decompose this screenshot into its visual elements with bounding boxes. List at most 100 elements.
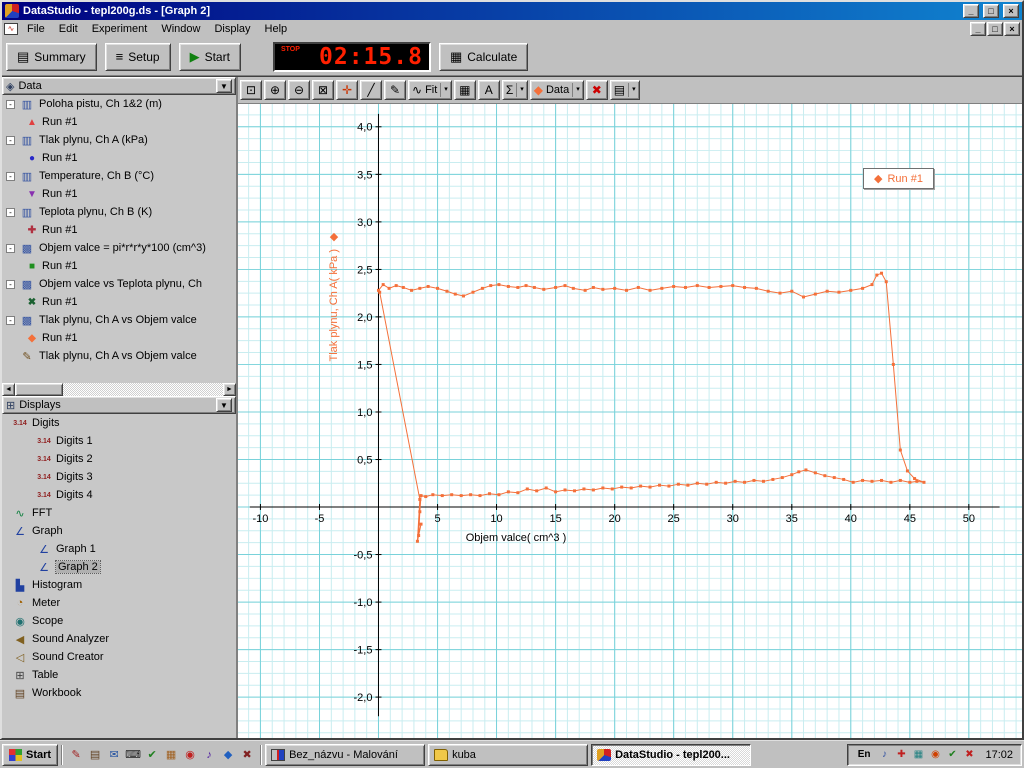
language-indicator[interactable]: En [856,749,873,760]
calculate-button[interactable]: ▦ Calculate [438,42,529,71]
tree-item-run[interactable]: ◆ Run #1 [2,329,236,347]
quick-launch-icon[interactable]: ✉ [106,747,122,763]
quick-launch-icon[interactable]: ⌨ [125,747,141,763]
quick-launch-icon[interactable]: ◉ [182,747,198,763]
tree-item[interactable]: 3.14 Digits 1 [2,432,236,450]
data-menu-button[interactable]: ◆ Data ▾ [529,80,584,100]
tree-item[interactable]: 3.14 Digits 4 [2,486,236,504]
x-axis-label[interactable]: Objem valce( cm^3 ) [406,532,626,544]
chevron-down-icon[interactable]: ▾ [628,83,636,97]
data-tree-hscrollbar[interactable]: ◄ ► [2,383,236,396]
mdi-close-button[interactable]: × [1004,22,1020,36]
tree-collapse-icon[interactable]: - [6,207,15,217]
tree-item[interactable]: - ▩ Objem valce = pi*r*r*y*100 (cm^3) [2,239,236,257]
menu-help[interactable]: Help [258,22,295,36]
tree-item[interactable]: 3.14 Digits [2,414,236,432]
tree-collapse-icon[interactable]: - [6,279,15,289]
chevron-down-icon[interactable]: ▼ [216,398,232,412]
slope-tool-button[interactable]: ╱ [360,80,382,100]
scale-to-fit-button[interactable]: ⊡ [240,80,262,100]
tree-item[interactable]: ◉ Scope [2,612,236,630]
tree-item[interactable]: - ▩ Objem valce vs Teplota plynu, Ch [2,275,236,293]
tree-item[interactable]: - ▥ Temperature, Ch B (°C) [2,167,236,185]
tree-item[interactable]: - ▩ Tlak plynu, Ch A vs Objem valce [2,311,236,329]
quick-launch-icon[interactable]: ▦ [163,747,179,763]
quick-launch-icon[interactable]: ✎ [68,747,84,763]
minimize-button[interactable]: _ [963,4,979,18]
plot-canvas[interactable]: -10 -5 5 10 15 20 25 30 35 40 45 50 4,0 3,5 3,0 2,5 2,0 1… [238,104,1022,738]
tree-item[interactable]: ▤ Workbook [2,684,236,702]
quick-launch-icon[interactable]: ♪ [201,747,217,763]
tree-item-run[interactable]: ▼ Run #1 [2,185,236,203]
tree-item[interactable]: ▙ Histogram [2,576,236,594]
tree-item[interactable]: 3.14 Digits 3 [2,468,236,486]
start-button[interactable]: ▶ Start [178,42,241,71]
tree-item[interactable]: ✎ Tlak plynu, Ch A vs Objem valce [2,347,236,365]
task-button[interactable]: kuba [428,743,589,766]
tree-collapse-icon[interactable]: - [6,315,15,325]
tree-item[interactable]: ∠ Graph 1 [2,540,236,558]
calculator-tool-button[interactable]: ▦ [453,80,476,100]
quick-launch-icon[interactable]: ▤ [87,747,103,763]
tree-item[interactable]: ◁ Sound Creator [2,648,236,666]
menu-window[interactable]: Window [154,22,207,36]
tree-item[interactable]: ◔ Meter [2,594,236,612]
menu-experiment[interactable]: Experiment [85,22,155,36]
mdi-restore-button[interactable]: □ [987,22,1003,36]
scroll-left-icon[interactable]: ◄ [2,383,15,396]
mdi-minimize-button[interactable]: _ [970,22,986,36]
chevron-down-icon[interactable]: ▾ [572,83,580,97]
scroll-right-icon[interactable]: ► [223,383,236,396]
quick-launch-icon[interactable]: ✖ [239,747,255,763]
tree-item[interactable]: - ▥ Teplota plynu, Ch B (K) [2,203,236,221]
summary-button[interactable]: ▤ Summary [6,42,97,71]
hscroll-track[interactable] [15,383,223,396]
tree-item[interactable]: ∠ Graph 2 [2,558,236,576]
chevron-down-icon[interactable]: ▾ [440,83,448,97]
tree-collapse-icon[interactable]: - [6,135,15,145]
tree-item[interactable]: ∿ FFT [2,504,236,522]
chevron-down-icon[interactable]: ▾ [516,83,524,97]
tree-item-run[interactable]: ■ Run #1 [2,257,236,275]
y-axis-label-group[interactable]: ◆ Tlak plynu, Ch A( kPa ) [326,230,342,362]
note-tool-button[interactable]: ✎ [384,80,406,100]
chevron-down-icon[interactable]: ▼ [216,79,232,93]
menu-edit[interactable]: Edit [52,22,85,36]
close-button[interactable]: × [1003,4,1019,18]
tray-icon[interactable]: ✔ [945,748,959,762]
y-axis-label[interactable]: Tlak plynu, Ch A( kPa ) [328,249,340,362]
tree-item-run[interactable]: ✖ Run #1 [2,293,236,311]
task-button[interactable]: Bez_názvu - Malování [265,743,426,766]
text-annotation-button[interactable]: A [477,80,500,100]
fit-menu-button[interactable]: ∿ Fit ▾ [408,80,452,100]
tree-collapse-icon[interactable]: - [6,99,15,109]
smart-tool-button[interactable]: ✛ [336,80,358,100]
tree-item[interactable]: 3.14 Digits 2 [2,450,236,468]
tray-icon[interactable]: ◉ [928,748,942,762]
tree-item[interactable]: - ▥ Tlak plynu, Ch A (kPa) [2,131,236,149]
tree-item-run[interactable]: ✚ Run #1 [2,221,236,239]
data-panel-header[interactable]: ◈ Data ▼ [2,77,236,95]
menu-file[interactable]: File [20,22,52,36]
setup-button[interactable]: ≡ Setup [104,42,171,71]
legend[interactable]: ◆ Run #1 [863,168,934,189]
displays-panel-header[interactable]: ⊞ Displays ▼ [2,396,236,414]
tree-item[interactable]: ∠ Graph [2,522,236,540]
tree-collapse-icon[interactable]: - [6,243,15,253]
tree-item[interactable]: ◀ Sound Analyzer [2,630,236,648]
quick-launch-icon[interactable]: ◆ [220,747,236,763]
delete-button[interactable]: ✖ [585,80,608,100]
start-menu-button[interactable]: Start [2,743,59,766]
tray-icon[interactable]: ✚ [894,748,908,762]
tree-item[interactable]: ⊞ Table [2,666,236,684]
menu-display[interactable]: Display [207,22,257,36]
zoom-out-button[interactable]: ⊖ [288,80,310,100]
tray-icon[interactable]: ▦ [911,748,925,762]
tray-icon[interactable]: ✖ [962,748,976,762]
restore-button[interactable]: □ [983,4,999,18]
tree-item[interactable]: - ▥ Poloha pistu, Ch 1&2 (m) [2,95,236,113]
quick-launch-icon[interactable]: ✔ [144,747,160,763]
task-button[interactable]: DataStudio - tepl200... [591,743,752,766]
tree-collapse-icon[interactable]: - [6,171,15,181]
tree-item-run[interactable]: ● Run #1 [2,149,236,167]
